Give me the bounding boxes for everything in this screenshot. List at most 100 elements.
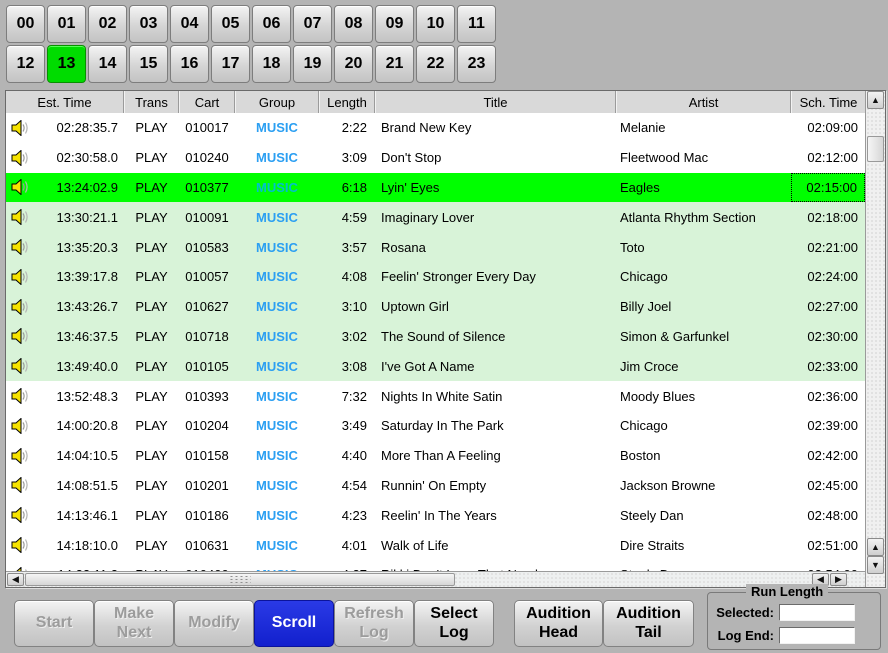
log-row[interactable]: 13:24:02.9PLAY010377MUSIC6:18Lyin' EyesE… [6,173,865,203]
hour-button-11[interactable]: 11 [457,5,496,43]
hour-button-07[interactable]: 07 [293,5,332,43]
cell-est-time: 14:22:11.2 [34,560,124,571]
hour-button-15[interactable]: 15 [129,45,168,83]
audio-cut-cell [6,292,34,322]
log-row[interactable]: 13:43:26.7PLAY010627MUSIC3:10Uptown Girl… [6,292,865,322]
header-length: Length [319,91,375,113]
cell-title: Nights In White Satin [375,381,616,411]
hour-button-02[interactable]: 02 [88,5,127,43]
cell-trans: PLAY [124,500,179,530]
cell-artist: Chicago [616,411,791,441]
hour-button-23[interactable]: 23 [457,45,496,83]
log-rows: 02:28:35.7PLAY010017MUSIC2:22Brand New K… [6,113,865,571]
cell-group: MUSIC [235,143,319,173]
cell-length: 2:22 [319,113,375,143]
cell-cart: 010105 [179,351,235,381]
cell-trans: PLAY [124,411,179,441]
cell-title: I've Got A Name [375,351,616,381]
cell-artist: Chicago [616,262,791,292]
cell-artist: Simon & Garfunkel [616,322,791,352]
scroll-button[interactable]: Scroll [254,600,334,647]
hour-button-01[interactable]: 01 [47,5,86,43]
speaker-icon [11,358,29,374]
selected-run-length-input[interactable] [779,604,855,621]
cell-sch-time: 02:15:00 [791,173,865,203]
log-row[interactable]: 13:52:48.3PLAY010393MUSIC7:32Nights In W… [6,381,865,411]
scroll-up-icon[interactable]: ▲ [867,538,884,556]
cell-trans: PLAY [124,471,179,501]
header-sch-time: Sch. Time [791,91,865,113]
cell-group: MUSIC [235,560,319,571]
refresh-log-button[interactable]: Refresh Log [334,600,414,647]
speaker-icon [11,120,29,136]
cell-sch-time: 02:21:00 [791,232,865,262]
scroll-right-icon[interactable]: ▶ [830,573,847,586]
log-row[interactable]: 13:35:20.3PLAY010583MUSIC3:57RosanaToto0… [6,232,865,262]
cell-cart: 010377 [179,173,235,203]
cell-cart: 010240 [179,143,235,173]
hour-button-14[interactable]: 14 [88,45,127,83]
cell-cart: 010017 [179,113,235,143]
log-row[interactable]: 14:13:46.1PLAY010186MUSIC4:23Reelin' In … [6,500,865,530]
audition-tail-button[interactable]: Audition Tail [603,600,694,647]
cell-group: MUSIC [235,292,319,322]
vertical-scrollbar[interactable]: ▲ ▲ ▼ [865,91,885,587]
hour-button-08[interactable]: 08 [334,5,373,43]
cell-length: 3:08 [319,351,375,381]
log-row[interactable]: 13:46:37.5PLAY010718MUSIC3:02The Sound o… [6,322,865,352]
hour-button-16[interactable]: 16 [170,45,209,83]
cell-title: Brand New Key [375,113,616,143]
log-end-run-length-label: Log End: [708,628,774,643]
scroll-down-icon[interactable]: ▼ [867,556,884,574]
hour-button-12[interactable]: 12 [6,45,45,83]
log-end-run-length-input[interactable] [779,627,855,644]
hour-button-18[interactable]: 18 [252,45,291,83]
horizontal-scrollbar-thumb[interactable] [25,573,455,586]
log-row[interactable]: 13:39:17.8PLAY010057MUSIC4:08Feelin' Str… [6,262,865,292]
hour-button-21[interactable]: 21 [375,45,414,83]
hour-button-19[interactable]: 19 [293,45,332,83]
hour-button-10[interactable]: 10 [416,5,455,43]
hour-button-06[interactable]: 06 [252,5,291,43]
header-title: Title [375,91,616,113]
cell-artist: Atlanta Rhythm Section [616,202,791,232]
log-row[interactable]: 14:18:10.0PLAY010631MUSIC4:01Walk of Lif… [6,530,865,560]
cell-title: Reelin' In The Years [375,500,616,530]
hour-button-22[interactable]: 22 [416,45,455,83]
cell-length: 4:40 [319,441,375,471]
select-log-button[interactable]: Select Log [414,600,494,647]
cell-cart: 010583 [179,232,235,262]
audio-cut-cell [6,500,34,530]
start-button[interactable]: Start [14,600,94,647]
log-row[interactable]: 13:49:40.0PLAY010105MUSIC3:08I've Got A … [6,351,865,381]
hour-button-04[interactable]: 04 [170,5,209,43]
log-row[interactable]: 02:30:58.0PLAY010240MUSIC3:09Don't StopF… [6,143,865,173]
cell-artist: Dire Straits [616,530,791,560]
log-row[interactable]: 14:04:10.5PLAY010158MUSIC4:40More Than A… [6,441,865,471]
hour-button-03[interactable]: 03 [129,5,168,43]
vertical-scrollbar-thumb[interactable] [867,136,884,162]
cell-est-time: 13:46:37.5 [34,322,124,352]
hour-button-09[interactable]: 09 [375,5,414,43]
scroll-left-icon[interactable]: ◀ [7,573,24,586]
modify-button[interactable]: Modify [174,600,254,647]
cell-trans: PLAY [124,530,179,560]
make-next-button[interactable]: Make Next [94,600,174,647]
cell-sch-time: 02:36:00 [791,381,865,411]
log-row[interactable]: 14:08:51.5PLAY010201MUSIC4:54Runnin' On … [6,471,865,501]
log-row[interactable]: 14:22:11.2PLAY010400MUSIC4:27Rikki Don't… [6,560,865,571]
cell-length: 3:02 [319,322,375,352]
hour-button-05[interactable]: 05 [211,5,250,43]
scroll-up-icon[interactable]: ▲ [867,91,884,109]
cell-artist: Jim Croce [616,351,791,381]
hour-button-17[interactable]: 17 [211,45,250,83]
log-row[interactable]: 13:30:21.1PLAY010091MUSIC4:59Imaginary L… [6,202,865,232]
audition-head-button[interactable]: Audition Head [514,600,603,647]
hour-button-20[interactable]: 20 [334,45,373,83]
log-row[interactable]: 02:28:35.7PLAY010017MUSIC2:22Brand New K… [6,113,865,143]
hour-button-00[interactable]: 00 [6,5,45,43]
log-row[interactable]: 14:00:20.8PLAY010204MUSIC3:49Saturday In… [6,411,865,441]
horizontal-scrollbar[interactable]: ◀ ◀ ▶ [6,571,865,587]
speaker-icon [11,179,29,195]
hour-button-13[interactable]: 13 [47,45,86,83]
